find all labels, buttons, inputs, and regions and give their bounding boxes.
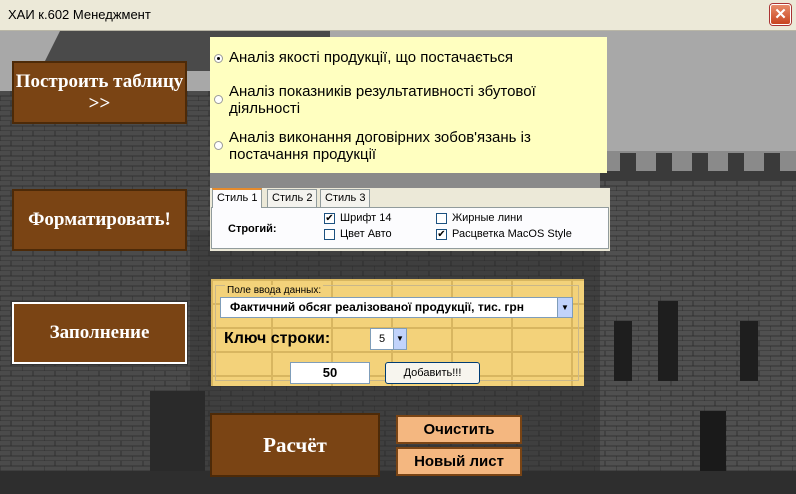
radio-button-selected[interactable]	[214, 54, 223, 63]
close-icon: ✕	[774, 6, 787, 23]
row-key-value: 5	[379, 333, 386, 345]
chevron-down-icon[interactable]: ▼	[393, 329, 406, 349]
data-input-panel: Поле ввода данных: Фактичний обсяг реалі…	[211, 279, 584, 386]
tab-page: Строгий: ✔ Шрифт 14 Жирные лини Цвет Авт…	[211, 207, 609, 249]
data-input-group: Поле ввода данных: Фактичний обсяг реалі…	[215, 285, 579, 384]
clear-button[interactable]: Очистить	[396, 415, 522, 444]
calculate-label: Расчёт	[263, 432, 327, 457]
window-title: ХАИ к.602 Менеджмент	[8, 7, 151, 22]
tab-style-1[interactable]: Стиль 1	[212, 188, 263, 208]
radio-button[interactable]	[214, 141, 223, 150]
close-button[interactable]: ✕	[770, 4, 791, 25]
checkbox-checked-icon[interactable]: ✔	[436, 228, 447, 240]
radio-button[interactable]	[214, 95, 223, 104]
tab-style-2[interactable]: Стиль 2	[267, 189, 318, 207]
checkbox-auto-color[interactable]: Цвет Авто	[324, 228, 392, 240]
checkbox-macos-style[interactable]: ✔ Расцветка MacOS Style	[436, 228, 572, 240]
style-tabs-panel: Стиль 1 Стиль 2 Стиль 3 Строгий: ✔ Шрифт…	[210, 188, 610, 251]
form-client-area: Построить таблицу >> Форматировать! Запо…	[0, 31, 796, 494]
value-input[interactable]: 50	[290, 362, 370, 384]
new-sheet-button[interactable]: Новый лист	[396, 447, 522, 476]
chevron-down-icon[interactable]: ▼	[557, 298, 572, 317]
indicator-combobox[interactable]: Фактичний обсяг реалізованої продукції, …	[220, 297, 573, 318]
build-table-button[interactable]: Построить таблицу >>	[12, 61, 187, 124]
fill-button[interactable]: Заполнение	[11, 301, 188, 365]
analysis-type-panel: Аналіз якості продукції, що постачається…	[210, 37, 607, 173]
checkbox-label: Цвет Авто	[340, 228, 392, 240]
row-key-combobox[interactable]: 5 ▼	[370, 328, 407, 350]
radio-option-contract-obligations[interactable]: Аналіз виконання договірних зобов'язань …	[210, 129, 607, 163]
fill-label: Заполнение	[49, 322, 150, 343]
build-table-label: Построить таблицу >>	[15, 70, 184, 114]
checkbox-label: Жирные лини	[452, 212, 523, 224]
strict-style-label: Строгий:	[228, 223, 277, 235]
radio-label: Аналіз якості продукції, що постачається	[229, 49, 514, 66]
row-key-label: Ключ строки:	[224, 330, 331, 347]
checkbox-font-14[interactable]: ✔ Шрифт 14	[324, 212, 391, 224]
checkbox-checked-icon[interactable]: ✔	[324, 212, 335, 224]
title-bar: ХАИ к.602 Менеджмент ✕	[0, 0, 796, 31]
checkbox-label: Шрифт 14	[340, 212, 392, 224]
radio-label: Аналіз виконання договірних зобов'язань …	[229, 129, 531, 163]
radio-label: Аналіз показників результативності збуто…	[229, 83, 536, 117]
format-label: Форматировать!	[28, 209, 171, 230]
checkbox-icon[interactable]	[436, 212, 447, 224]
checkbox-label: Расцветка MacOS Style	[452, 228, 572, 240]
combobox-value: Фактичний обсяг реалізованої продукції, …	[230, 300, 524, 314]
calculate-button[interactable]: Расчёт	[210, 413, 380, 477]
checkbox-icon[interactable]	[324, 228, 335, 240]
app-window: ХАИ к.602 Менеджмент ✕ Построить таблицу…	[0, 0, 796, 494]
tab-style-3[interactable]: Стиль 3	[320, 189, 371, 207]
radio-option-quality[interactable]: Аналіз якості продукції, що постачається	[210, 49, 607, 66]
radio-option-sales-performance[interactable]: Аналіз показників результативності збуто…	[210, 83, 607, 117]
checkbox-bold-lines[interactable]: Жирные лини	[436, 212, 522, 224]
format-button[interactable]: Форматировать!	[12, 189, 187, 251]
add-button[interactable]: Добавить!!!	[385, 362, 480, 384]
group-legend: Поле ввода данных:	[225, 285, 324, 296]
